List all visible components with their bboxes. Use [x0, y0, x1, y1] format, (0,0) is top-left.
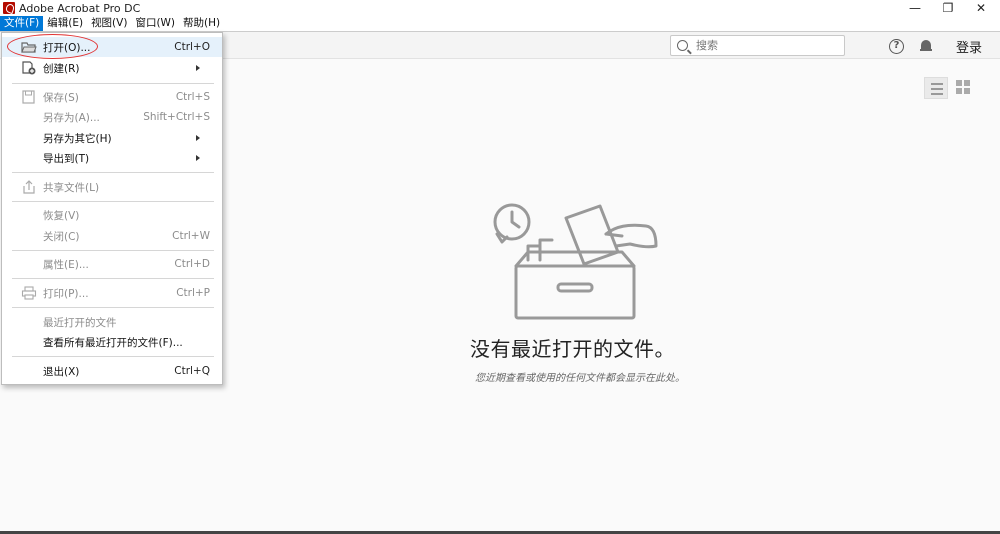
menu-separator: [12, 201, 214, 202]
menu-item-revert[interactable]: 恢复(V): [2, 205, 222, 225]
menu-edit[interactable]: 编辑(E): [43, 16, 87, 31]
menu-separator: [12, 307, 214, 308]
menu-separator: [12, 250, 214, 251]
search-icon: [677, 40, 688, 51]
menu-separator: [12, 356, 214, 357]
menu-help[interactable]: 帮助(H): [179, 16, 224, 31]
menu-window[interactable]: 窗口(W): [131, 16, 179, 31]
menu-separator: [12, 172, 214, 173]
file-menu-dropdown: 打开(O)... Ctrl+O 创建(R) 保存(S) Ctrl+S 另存为(A…: [1, 32, 223, 385]
list-view-icon[interactable]: [924, 77, 948, 99]
menu-item-save-as-other[interactable]: 另存为其它(H): [2, 128, 222, 148]
menu-separator: [12, 278, 214, 279]
save-icon: [22, 90, 35, 104]
menu-item-save[interactable]: 保存(S) Ctrl+S: [2, 87, 222, 107]
empty-state-title: 没有最近打开的文件。: [470, 337, 675, 361]
submenu-arrow-icon: [196, 135, 200, 141]
bell-icon[interactable]: [920, 39, 932, 52]
menu-item-save-as[interactable]: 另存为(A)... Shift+Ctrl+S: [2, 107, 222, 127]
help-icon[interactable]: ?: [889, 39, 904, 54]
menu-bar: 文件(F) 编辑(E) 视图(V) 窗口(W) 帮助(H): [0, 16, 1000, 31]
close-button[interactable]: ✕: [964, 0, 998, 16]
menu-view[interactable]: 视图(V): [87, 16, 131, 31]
menu-item-recent-files: 最近打开的文件: [43, 316, 117, 329]
create-pdf-icon: [22, 61, 36, 75]
submenu-arrow-icon: [196, 155, 200, 161]
search-box[interactable]: [670, 35, 845, 56]
login-link[interactable]: 登录: [956, 37, 982, 56]
menu-item-properties[interactable]: 属性(E)... Ctrl+D: [2, 254, 222, 274]
menu-item-close[interactable]: 关闭(C) Ctrl+W: [2, 226, 222, 246]
empty-state-subtitle: 您近期查看或使用的任何文件都会显示在此处。: [475, 373, 685, 384]
empty-files-illustration: [493, 203, 658, 320]
grid-view-icon[interactable]: [956, 80, 972, 96]
window-title: Adobe Acrobat Pro DC: [19, 1, 141, 15]
annotation-ellipse: [7, 34, 98, 59]
menu-item-print[interactable]: 打印(P)... Ctrl+P: [2, 283, 222, 303]
menu-item-share[interactable]: 共享文件(L): [2, 177, 222, 197]
menu-item-export[interactable]: 导出到(T): [2, 148, 222, 168]
menu-separator: [12, 83, 214, 84]
restore-button[interactable]: ❐: [931, 0, 965, 16]
print-icon: [21, 286, 37, 300]
menu-item-create[interactable]: 创建(R): [2, 58, 222, 78]
acrobat-app-icon: [3, 2, 15, 14]
menu-item-exit[interactable]: 退出(X) Ctrl+Q: [2, 361, 222, 381]
menu-item-view-all-recent[interactable]: 查看所有最近打开的文件(F)...: [2, 332, 222, 352]
share-icon: [23, 180, 35, 194]
title-bar: Adobe Acrobat Pro DC — ❐ ✕: [0, 0, 1000, 16]
search-input[interactable]: [696, 39, 836, 52]
minimize-button[interactable]: —: [898, 0, 932, 16]
menu-file[interactable]: 文件(F): [0, 16, 44, 31]
submenu-arrow-icon: [196, 65, 200, 71]
